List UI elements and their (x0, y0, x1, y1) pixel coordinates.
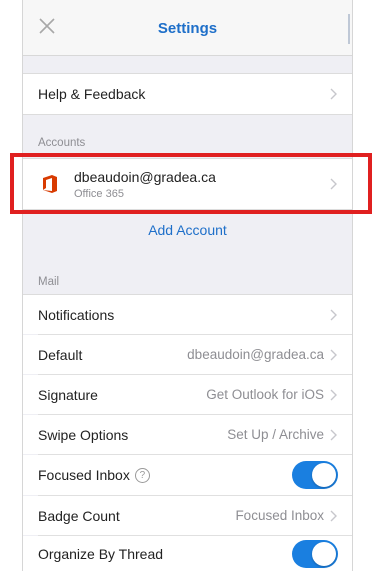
add-account-button[interactable]: Add Account (23, 222, 352, 238)
signature-row[interactable]: Signature Get Outlook for iOS (23, 375, 352, 414)
chevron-right-icon (330, 309, 337, 320)
badge-count-value: Focused Inbox (235, 508, 324, 523)
toggle-knob (312, 463, 336, 487)
navigation-bar: Settings (23, 0, 352, 56)
signature-value: Get Outlook for iOS (206, 387, 324, 402)
focused-inbox-toggle[interactable] (292, 461, 338, 489)
focused-inbox-label: Focused Inbox (38, 467, 130, 483)
page-title: Settings (157, 20, 218, 37)
help-feedback-row[interactable]: Help & Feedback (23, 73, 352, 115)
chevron-right-icon (330, 389, 337, 400)
default-account-row[interactable]: Default dbeaudoin@gradea.ca (23, 335, 352, 374)
organize-by-thread-label: Organize By Thread (38, 546, 164, 562)
organize-by-thread-row: Organize By Thread (23, 536, 352, 571)
scroll-indicator (348, 14, 350, 44)
account-email: dbeaudoin@gradea.ca (74, 168, 216, 185)
chevron-right-icon (330, 178, 337, 190)
notifications-label: Notifications (38, 306, 115, 323)
default-label: Default (38, 346, 83, 363)
office-365-icon (43, 175, 57, 193)
toggle-knob (312, 542, 336, 566)
swipe-options-value: Set Up / Archive (227, 427, 324, 442)
settings-screen: Settings Help & Feedback Accounts dbeaud… (22, 0, 353, 571)
account-type: Office 365 (74, 187, 124, 200)
focused-inbox-row: Focused Inbox ? (23, 455, 352, 495)
notifications-row[interactable]: Notifications (23, 294, 352, 334)
chevron-right-icon (330, 429, 337, 440)
default-value: dbeaudoin@gradea.ca (187, 347, 324, 362)
account-row[interactable]: dbeaudoin@gradea.ca Office 365 (23, 158, 352, 210)
organize-by-thread-toggle[interactable] (292, 540, 338, 568)
swipe-options-label: Swipe Options (38, 426, 129, 443)
account-details: dbeaudoin@gradea.ca Office 365 (74, 169, 330, 200)
badge-count-row[interactable]: Badge Count Focused Inbox (23, 496, 352, 535)
badge-count-label: Badge Count (38, 507, 120, 524)
chevron-right-icon (330, 88, 337, 100)
help-icon[interactable]: ? (134, 467, 150, 483)
mail-section-label: Mail (38, 276, 60, 288)
chevron-right-icon (330, 510, 337, 521)
swipe-options-row[interactable]: Swipe Options Set Up / Archive (23, 415, 352, 454)
chevron-right-icon (330, 349, 337, 360)
help-feedback-label: Help & Feedback (38, 86, 146, 102)
accounts-section-label: Accounts (38, 137, 86, 149)
signature-label: Signature (38, 386, 98, 403)
